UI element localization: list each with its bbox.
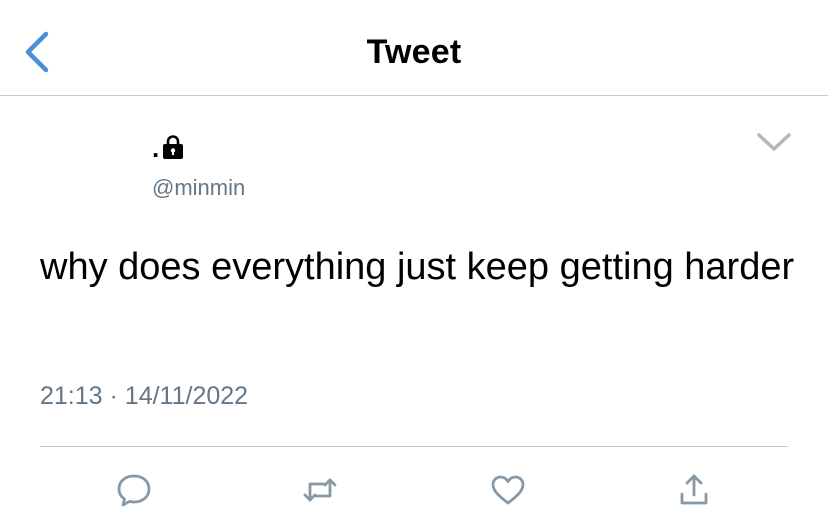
user-handle: @minmin xyxy=(152,175,246,200)
more-options-button[interactable] xyxy=(754,128,794,156)
chevron-down-icon xyxy=(757,133,791,151)
heart-icon xyxy=(491,475,525,505)
retweet-button[interactable] xyxy=(300,470,340,510)
display-name: . xyxy=(152,133,160,163)
tweet-time: 21:13 xyxy=(40,382,103,410)
tweet-timestamp: 21:13 · 14/11/2022 xyxy=(40,382,248,411)
meta-separator: · xyxy=(109,382,118,410)
retweet-icon xyxy=(303,478,337,502)
like-button[interactable] xyxy=(488,470,528,510)
share-icon xyxy=(680,474,708,505)
tweet-author[interactable]: . @minmin xyxy=(152,131,452,201)
display-name-row: . xyxy=(152,131,185,161)
lock-icon xyxy=(161,133,185,161)
navigation-header: Tweet xyxy=(0,0,828,96)
reply-button[interactable] xyxy=(114,470,154,510)
page-title: Tweet xyxy=(366,33,462,71)
speech-bubble-icon xyxy=(117,474,151,507)
share-button[interactable] xyxy=(674,470,714,510)
tweet-text: why does everything just keep getting ha… xyxy=(40,246,795,288)
tweet-date: 14/11/2022 xyxy=(124,382,249,410)
divider xyxy=(40,446,788,447)
